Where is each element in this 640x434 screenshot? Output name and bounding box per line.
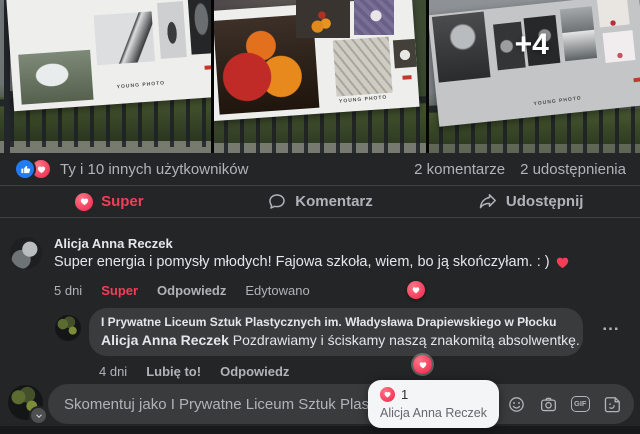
- board-caption: YOUNG PHOTO: [339, 95, 388, 105]
- comment-input-pill: GIF: [48, 384, 634, 424]
- camera-icon[interactable]: [539, 395, 558, 414]
- comment-text: Super energia i pomysły młodych! Fajowa …: [54, 254, 570, 270]
- comment-composer: GIF: [0, 384, 640, 426]
- reaction-tooltip: 1 Alicja Anna Reczek: [368, 380, 499, 428]
- share-button[interactable]: Udostępnij: [425, 189, 636, 215]
- comment-reply-link[interactable]: Odpowiedz: [157, 283, 226, 298]
- comment-icon: [267, 192, 287, 212]
- board-caption: YOUNG PHOTO: [533, 95, 582, 107]
- reaction-summary-text[interactable]: Ty i 10 innych użytkowników: [60, 161, 248, 178]
- reply-text: Alicja Anna Reczek Pozdrawiamy i ściskam…: [101, 332, 571, 348]
- board-caption: YOUNG PHOTO: [116, 80, 165, 90]
- commenter-avatar[interactable]: [10, 237, 42, 269]
- comment-options-button[interactable]: ...: [598, 318, 624, 340]
- comments-count[interactable]: 2 komentarze: [414, 161, 505, 178]
- post-counts: 2 komentarze 2 udostępnienia: [414, 161, 626, 178]
- tooltip-reaction-count: 1: [401, 387, 408, 402]
- photo-thumbnail: [432, 12, 491, 83]
- comment-button[interactable]: Komentarz: [215, 189, 426, 215]
- love-icon: [75, 193, 93, 211]
- reply-like-link[interactable]: Lubię to!: [146, 364, 201, 379]
- photo-thumbnail: [333, 37, 393, 97]
- post-photo-1[interactable]: YOUNG PHOTO: [0, 0, 211, 153]
- mention-link[interactable]: Alicja Anna Reczek: [101, 332, 229, 348]
- reply-comment-item: I Prywatne Liceum Sztuk Plastycznych im.…: [55, 308, 583, 379]
- chevron-down-icon: [35, 412, 43, 420]
- reply-bubble: I Prywatne Liceum Sztuk Plastycznych im.…: [89, 308, 583, 356]
- photo-thumbnail: [393, 39, 417, 68]
- like-button-label: Super: [101, 193, 144, 210]
- tooltip-reactor-name: Alicja Anna Reczek: [380, 406, 487, 420]
- comment-edited-label: Edytowano: [245, 283, 309, 298]
- comment-reaction-badge[interactable]: [407, 281, 425, 299]
- reply-author-name[interactable]: I Prywatne Liceum Sztuk Plastycznych im.…: [101, 315, 571, 329]
- photo-thumbnail: [157, 1, 187, 59]
- tooltip-love-icon: [380, 387, 395, 402]
- switch-identity-button[interactable]: [29, 406, 48, 425]
- gif-icon[interactable]: GIF: [571, 396, 591, 412]
- photo-thumbnail: [188, 0, 212, 55]
- photo-grid: YOUNG PHOTO YOUNG PHOTO: [0, 0, 640, 153]
- poster-board-3: YOUNG PHOTO: [429, 0, 640, 127]
- share-button-label: Udostępnij: [506, 193, 584, 210]
- reply-reply-link[interactable]: Odpowiedz: [220, 364, 289, 379]
- reply-reaction-badge[interactable]: [413, 355, 432, 374]
- dialog-bottom-edge: [0, 426, 640, 434]
- post-photo-3[interactable]: YOUNG PHOTO +4: [429, 0, 640, 153]
- shares-count[interactable]: 2 udostępnienia: [520, 161, 626, 178]
- share-icon: [478, 192, 498, 212]
- reply-timestamp[interactable]: 4 dni: [99, 364, 127, 379]
- comment-item: Alicja Anna Reczek Super energia i pomys…: [10, 236, 570, 298]
- board-logo: [403, 75, 412, 80]
- facebook-post-dialog: YOUNG PHOTO YOUNG PHOTO: [0, 0, 640, 434]
- comment-react-link[interactable]: Super: [101, 283, 138, 298]
- school-page-avatar[interactable]: [55, 315, 81, 341]
- photo-thumbnail: [94, 11, 155, 65]
- heart-emoji: [555, 255, 570, 270]
- like-reaction-icon: [14, 158, 36, 180]
- reactions-summary-row: Ty i 10 innych użytkowników 2 komentarze…: [0, 153, 640, 186]
- sticker-icon[interactable]: [603, 395, 622, 414]
- photo-thumbnail: [354, 0, 394, 35]
- emoji-icon[interactable]: [507, 395, 526, 414]
- photo-thumbnail: [596, 0, 629, 27]
- photo-thumbnail: [559, 6, 596, 61]
- board-logo: [204, 65, 211, 70]
- post-actions-row: Super Komentarz Udostępnij: [0, 186, 640, 218]
- poster-board-1: YOUNG PHOTO: [6, 0, 211, 111]
- like-button[interactable]: Super: [4, 189, 215, 215]
- post-photo-2[interactable]: YOUNG PHOTO: [214, 0, 425, 153]
- photo-thumbnail: [18, 50, 93, 105]
- photo-thumbnail: [602, 30, 635, 63]
- comment-meta-row: 5 dni Super Odpowiedz Edytowano: [54, 283, 570, 298]
- photo-thumbnail: [9, 2, 86, 49]
- comment-timestamp[interactable]: 5 dni: [54, 283, 82, 298]
- commenter-name[interactable]: Alicja Anna Reczek: [54, 236, 570, 251]
- board-logo: [633, 77, 640, 82]
- reply-meta-row: 4 dni Lubię to! Odpowiedz: [99, 364, 583, 379]
- more-photos-overlay[interactable]: +4: [515, 28, 549, 62]
- comment-button-label: Komentarz: [295, 193, 373, 210]
- photo-thumbnail: [296, 0, 350, 38]
- reaction-icons-pile[interactable]: [14, 158, 52, 180]
